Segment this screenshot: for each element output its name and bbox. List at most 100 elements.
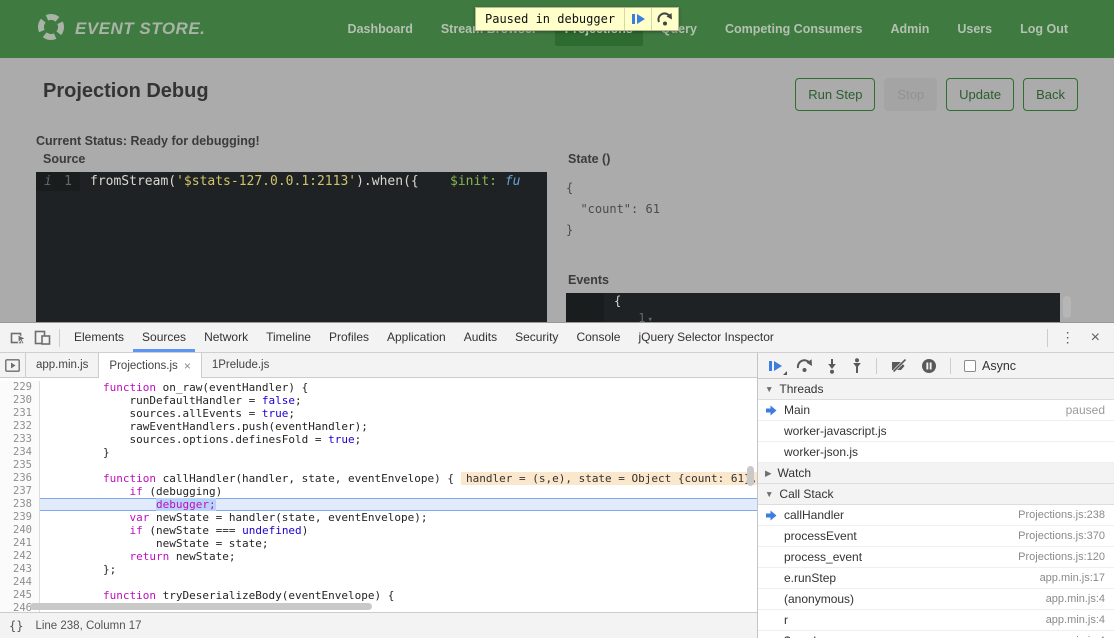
nav-item-dashboard[interactable]: Dashboard	[338, 12, 423, 46]
line-number[interactable]: 245	[0, 589, 40, 602]
call-stack-frame-callhandler[interactable]: callHandlerProjections.js:238	[758, 505, 1114, 526]
async-checkbox-wrap[interactable]: Async	[964, 359, 1016, 373]
close-tab-icon[interactable]: ×	[184, 359, 191, 373]
event-store-logo[interactable]: EVENT STORE.	[36, 12, 205, 47]
line-number[interactable]: 233	[0, 433, 40, 446]
line-number[interactable]: 240	[0, 524, 40, 537]
devtools-tab-console[interactable]: Console	[567, 323, 629, 352]
line-number[interactable]: 231	[0, 407, 40, 420]
devtools-tab-security[interactable]: Security	[506, 323, 567, 352]
line-number[interactable]: 239	[0, 511, 40, 524]
file-tab-app-min-js[interactable]: app.min.js	[26, 353, 98, 377]
file-tab-projections-js[interactable]: Projections.js×	[98, 353, 201, 378]
line-number[interactable]: 241	[0, 537, 40, 550]
fold-arrow-icon[interactable]: ▾	[645, 315, 652, 322]
code-line-234[interactable]: 234 }	[0, 446, 757, 459]
nav-item-log-out[interactable]: Log Out	[1010, 12, 1078, 46]
inspect-element-icon[interactable]	[6, 326, 30, 350]
code-line-235[interactable]: 235	[0, 459, 757, 472]
code-line-242[interactable]: 242 return newState;	[0, 550, 757, 563]
frame-location[interactable]: app.min.js:4	[1046, 593, 1105, 605]
step-over-icon[interactable]	[651, 8, 678, 30]
pause-on-exceptions-icon[interactable]	[921, 358, 937, 374]
line-number[interactable]: 230	[0, 394, 40, 407]
devtools-tab-audits[interactable]: Audits	[455, 323, 506, 352]
run-step-button[interactable]: Run Step	[795, 78, 875, 111]
devtools-close-icon[interactable]: ×	[1083, 329, 1108, 347]
code-line-229[interactable]: 229 function on_raw(eventHandler) {	[0, 381, 757, 394]
line-number[interactable]: 236	[0, 472, 40, 485]
code-line-236[interactable]: 236 function callHandler(handler, state,…	[0, 472, 757, 485]
devtools-menu-icon[interactable]: ⋮	[1053, 329, 1083, 346]
code-line-230[interactable]: 230 runDefaultHandler = false;	[0, 394, 757, 407]
resume-script-icon[interactable]	[624, 8, 651, 30]
devtools-tab-sources[interactable]: Sources	[133, 323, 195, 352]
sources-pane: app.min.jsProjections.js×1Prelude.js 229…	[0, 353, 758, 638]
source-code-editor[interactable]: i 1 fromStream('$stats-127.0.0.1:2113').…	[36, 172, 547, 322]
code-line-233[interactable]: 233 sources.options.definesFold = true;	[0, 433, 757, 446]
call-stack-frame-process-event[interactable]: process_eventProjections.js:120	[758, 547, 1114, 568]
call-stack-frame-processevent[interactable]: processEventProjections.js:370	[758, 526, 1114, 547]
devtools-tab-timeline[interactable]: Timeline	[257, 323, 320, 352]
line-number[interactable]: 237	[0, 485, 40, 498]
step-into-button-icon[interactable]	[826, 358, 838, 374]
call-stack-frame-e-runstep[interactable]: e.runStepapp.min.js:17	[758, 568, 1114, 589]
thread-row-main[interactable]: Mainpaused	[758, 400, 1114, 421]
threads-section-header[interactable]: ▼ Threads	[758, 379, 1114, 400]
thread-row-worker-javascript-js[interactable]: worker-javascript.js	[758, 421, 1114, 442]
events-scrollbar[interactable]	[1063, 296, 1071, 318]
code-line-238[interactable]: 238 debugger;	[0, 498, 757, 511]
line-number[interactable]: 234	[0, 446, 40, 459]
frame-location[interactable]: Projections.js:238	[1018, 509, 1105, 521]
line-number[interactable]: 232	[0, 420, 40, 433]
async-checkbox[interactable]	[964, 360, 976, 372]
devtools-tab-profiles[interactable]: Profiles	[320, 323, 378, 352]
device-toolbar-icon[interactable]	[30, 326, 54, 350]
back-button[interactable]: Back	[1023, 78, 1078, 111]
code-line-239[interactable]: 239 var newState = handler(state, eventE…	[0, 511, 757, 524]
line-number[interactable]: 244	[0, 576, 40, 589]
vertical-scrollbar[interactable]	[747, 466, 754, 486]
deactivate-breakpoints-icon[interactable]	[890, 359, 908, 373]
file-tab-1prelude-js[interactable]: 1Prelude.js	[202, 353, 280, 377]
code-line-240[interactable]: 240 if (newState === undefined)	[0, 524, 757, 537]
horizontal-scrollbar[interactable]	[30, 603, 372, 610]
code-line-241[interactable]: 241 newState = state;	[0, 537, 757, 550]
frame-location[interactable]: app.min.js:17	[1040, 572, 1105, 584]
call-stack-frame-anonymous[interactable]: (anonymous)app.min.js:4	[758, 589, 1114, 610]
line-number[interactable]: 243	[0, 563, 40, 576]
call-stack-section-header[interactable]: ▼ Call Stack	[758, 484, 1114, 505]
code-line-232[interactable]: 232 rawEventHandlers.push(eventHandler);	[0, 420, 757, 433]
nav-item-admin[interactable]: Admin	[880, 12, 939, 46]
code-line-243[interactable]: 243 };	[0, 563, 757, 576]
step-over-button-icon[interactable]	[796, 358, 813, 373]
line-number[interactable]: 242	[0, 550, 40, 563]
line-number[interactable]: 229	[0, 381, 40, 394]
devtools-tab-jquery-selector-inspector[interactable]: jQuery Selector Inspector	[629, 323, 782, 352]
pretty-print-icon[interactable]: {}	[9, 619, 23, 633]
code-line-231[interactable]: 231 sources.allEvents = true;	[0, 407, 757, 420]
nav-item-competing-consumers[interactable]: Competing Consumers	[715, 12, 873, 46]
frame-location[interactable]: Projections.js:370	[1018, 530, 1105, 542]
show-navigator-icon[interactable]	[0, 353, 26, 377]
update-button[interactable]: Update	[946, 78, 1014, 111]
step-out-button-icon[interactable]	[851, 358, 863, 374]
call-stack-frame-r[interactable]: rapp.min.js:4	[758, 610, 1114, 631]
devtools-tab-network[interactable]: Network	[195, 323, 257, 352]
code-line-244[interactable]: 244	[0, 576, 757, 589]
devtools-tab-elements[interactable]: Elements	[65, 323, 133, 352]
line-number[interactable]: 235	[0, 459, 40, 472]
nav-item-users[interactable]: Users	[947, 12, 1002, 46]
events-editor[interactable]: 1▾ { 2. "correlationId": "06202702-8827-…	[566, 293, 1060, 322]
devtools-tab-application[interactable]: Application	[378, 323, 455, 352]
code-line-237[interactable]: 237 if (debugging)	[0, 485, 757, 498]
watch-section-header[interactable]: ▶ Watch	[758, 463, 1114, 484]
resume-button-icon[interactable]	[768, 359, 783, 373]
code-line-245[interactable]: 245 function tryDeserializeBody(eventEnv…	[0, 589, 757, 602]
code-editor[interactable]: 229 function on_raw(eventHandler) {230 r…	[0, 378, 757, 612]
call-stack-frame-each[interactable]: $.eachapp.min.js:4	[758, 631, 1114, 638]
thread-row-worker-json-js[interactable]: worker-json.js	[758, 442, 1114, 463]
frame-location[interactable]: Projections.js:120	[1018, 551, 1105, 563]
line-number[interactable]: 238	[0, 498, 40, 511]
frame-location[interactable]: app.min.js:4	[1046, 614, 1105, 626]
